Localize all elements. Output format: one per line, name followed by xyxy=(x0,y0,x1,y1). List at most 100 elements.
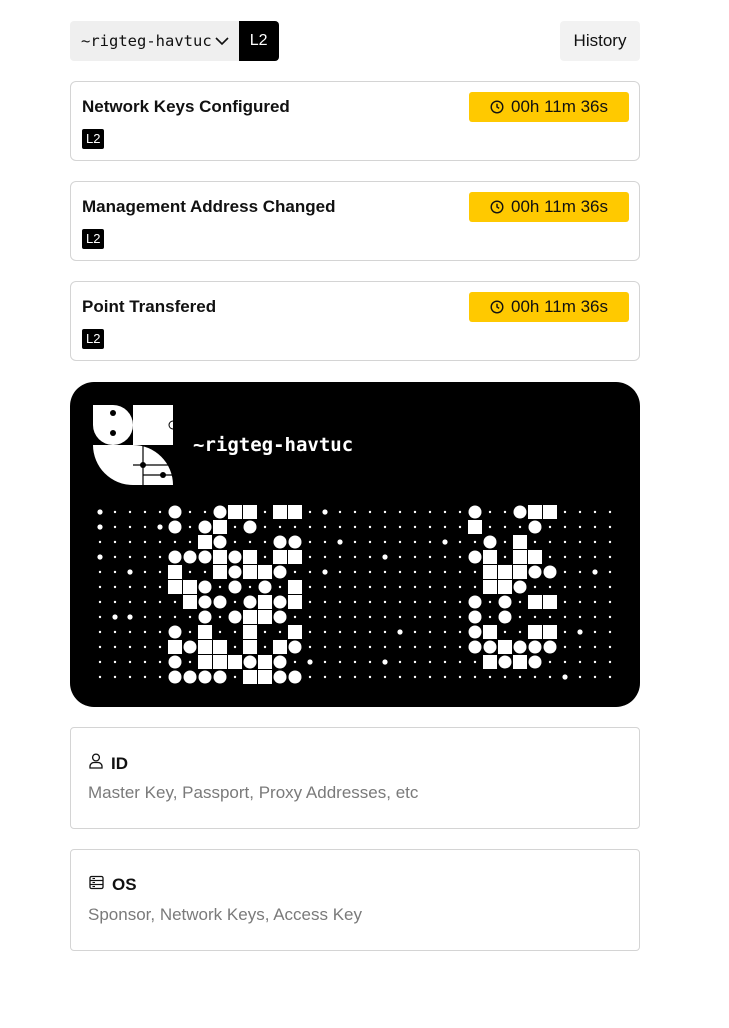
grid-dot xyxy=(368,585,372,589)
grid-dot xyxy=(127,614,133,620)
sigil-glyph xyxy=(183,640,197,654)
grid-dot xyxy=(593,525,597,529)
grid-dot xyxy=(577,629,583,635)
grid-dot xyxy=(98,570,102,574)
grid-dot xyxy=(548,675,552,679)
grid-dot xyxy=(398,675,402,679)
grid-dot xyxy=(578,555,582,559)
grid-dot xyxy=(338,525,342,529)
grid-dot xyxy=(278,525,282,529)
sigil-glyph xyxy=(273,655,287,669)
grid-dot xyxy=(203,510,207,514)
grid-dot xyxy=(548,615,552,619)
grid-dot xyxy=(458,675,462,679)
grid-dot xyxy=(263,510,267,514)
sigil-glyph xyxy=(288,595,302,609)
grid-dot xyxy=(173,600,177,604)
grid-dot xyxy=(143,630,147,634)
history-button[interactable]: History xyxy=(560,21,640,61)
os-section[interactable]: OS Sponsor, Network Keys, Access Key xyxy=(70,849,640,951)
sigil-glyph xyxy=(513,565,527,579)
grid-dot xyxy=(503,675,507,679)
sigil-glyph xyxy=(228,550,242,564)
grid-dot xyxy=(98,585,102,589)
sigil-glyph xyxy=(198,595,212,609)
grid-dot xyxy=(143,660,147,664)
grid-dot xyxy=(203,570,207,574)
grid-dot xyxy=(263,540,267,544)
grid-dot xyxy=(398,570,402,574)
grid-dot xyxy=(562,674,568,680)
grid-dot xyxy=(353,555,357,559)
grid-dot xyxy=(322,569,328,575)
grid-dot xyxy=(218,630,222,634)
grid-dot xyxy=(578,660,582,664)
sigil-glyph xyxy=(243,640,257,654)
grid-dot xyxy=(158,675,162,679)
point-selector[interactable]: ~rigteg-havtuc L2 xyxy=(70,21,279,61)
grid-dot xyxy=(263,525,267,529)
grid-dot xyxy=(338,600,342,604)
sigil-glyph xyxy=(288,505,302,519)
sigil-glyph xyxy=(498,565,512,579)
grid-dot xyxy=(473,585,477,589)
grid-dot xyxy=(578,525,582,529)
grid-dot xyxy=(353,660,357,664)
grid-dot xyxy=(398,540,402,544)
grid-dot xyxy=(608,555,612,559)
grid-dot xyxy=(383,540,387,544)
grid-dot xyxy=(113,645,117,649)
grid-dot xyxy=(98,660,102,664)
grid-dot xyxy=(443,555,447,559)
layer-badge: L2 xyxy=(82,329,105,349)
grid-dot xyxy=(548,540,552,544)
sigil-glyph xyxy=(288,550,302,564)
grid-dot xyxy=(443,660,447,664)
point-name-label: ~rigteg-havtuc xyxy=(193,434,354,456)
sigil-glyph xyxy=(228,655,242,669)
grid-dot xyxy=(323,540,327,544)
chevron-down-icon xyxy=(214,33,230,49)
grid-dot xyxy=(443,585,447,589)
grid-dot xyxy=(383,630,387,634)
grid-dot xyxy=(382,659,388,665)
grid-dot xyxy=(398,615,402,619)
sigil-glyph xyxy=(168,670,182,684)
sigil-glyph xyxy=(213,520,227,534)
grid-dot xyxy=(533,540,537,544)
grid-dot xyxy=(233,645,237,649)
section-header: OS xyxy=(89,875,137,895)
grid-dot xyxy=(608,630,612,634)
sigil-glyph xyxy=(243,595,257,609)
grid-dot xyxy=(608,660,612,664)
sigil-glyph xyxy=(543,640,557,654)
grid-dot xyxy=(383,615,387,619)
grid-dot xyxy=(383,600,387,604)
sigil-glyph xyxy=(528,550,542,564)
grid-dot xyxy=(338,555,342,559)
sigil-glyph xyxy=(243,550,257,564)
sigil-glyph xyxy=(498,610,512,624)
grid-dot xyxy=(443,510,447,514)
grid-dot xyxy=(143,615,147,619)
grid-dot xyxy=(323,555,327,559)
grid-dot xyxy=(143,675,147,679)
grid-dot xyxy=(308,630,312,634)
sigil-glyph xyxy=(543,505,557,519)
event-title: Management Address Changed xyxy=(82,197,336,216)
sigil-glyph xyxy=(513,580,527,594)
grid-dot xyxy=(488,510,492,514)
grid-dot xyxy=(173,615,177,619)
grid-dot xyxy=(473,675,477,679)
id-section[interactable]: ID Master Key, Passport, Proxy Addresses… xyxy=(70,727,640,829)
sigil-glyph xyxy=(213,670,227,684)
grid-dot xyxy=(413,585,417,589)
grid-dot xyxy=(578,540,582,544)
grid-dot xyxy=(308,570,312,574)
sigil-glyph xyxy=(528,505,542,519)
event-card: Network Keys Configured L2 00h 11m 36s xyxy=(70,81,640,161)
clock-icon xyxy=(490,200,504,214)
grid-dot xyxy=(443,600,447,604)
grid-dot xyxy=(353,510,357,514)
point-name-dropdown[interactable]: ~rigteg-havtuc xyxy=(70,21,239,61)
